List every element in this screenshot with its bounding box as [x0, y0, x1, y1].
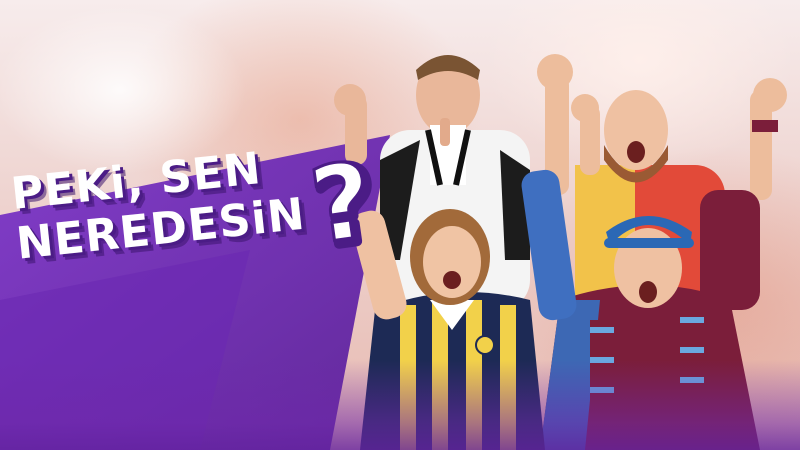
promo-banner[interactable]: PEKi, SEN NEREDESiN ? ? [0, 0, 800, 450]
question-mark-glyph: ? ? [303, 145, 390, 265]
bottom-gradient [0, 360, 800, 450]
